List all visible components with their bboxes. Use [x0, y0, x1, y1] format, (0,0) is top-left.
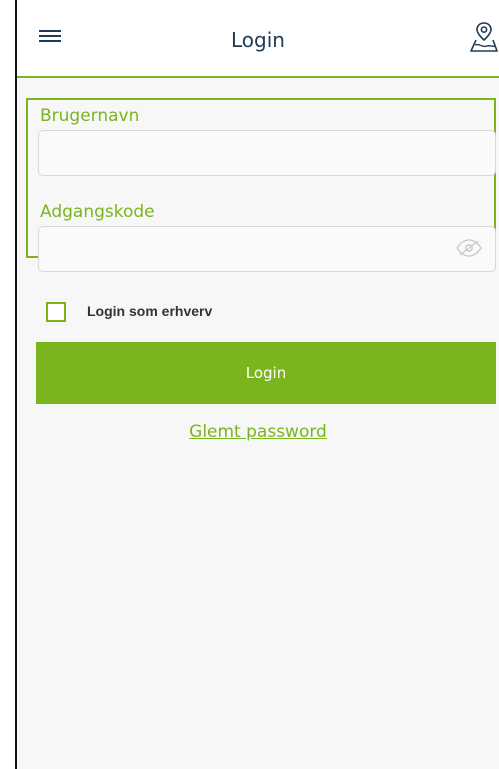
forgot-password-row: Glemt password [17, 422, 499, 442]
business-login-checkbox[interactable] [46, 302, 66, 322]
map-pin-icon[interactable] [469, 20, 499, 54]
app-header: Login [17, 0, 499, 78]
screen-frame: Login Brugernavn Adgangskode Login som e… [0, 0, 499, 769]
business-login-label: Login som erhverv [87, 303, 213, 319]
username-label: Brugernavn [40, 106, 140, 126]
login-screen: Login Brugernavn Adgangskode Login som e… [17, 0, 499, 769]
password-label: Adgangskode [40, 202, 155, 222]
password-input[interactable] [38, 226, 496, 272]
page-title: Login [231, 28, 285, 52]
eye-icon[interactable] [455, 238, 483, 258]
login-form: Brugernavn Adgangskode [26, 98, 496, 272]
username-input[interactable] [38, 130, 496, 176]
forgot-password-link[interactable]: Glemt password [189, 422, 327, 442]
login-button[interactable]: Login [36, 342, 496, 404]
